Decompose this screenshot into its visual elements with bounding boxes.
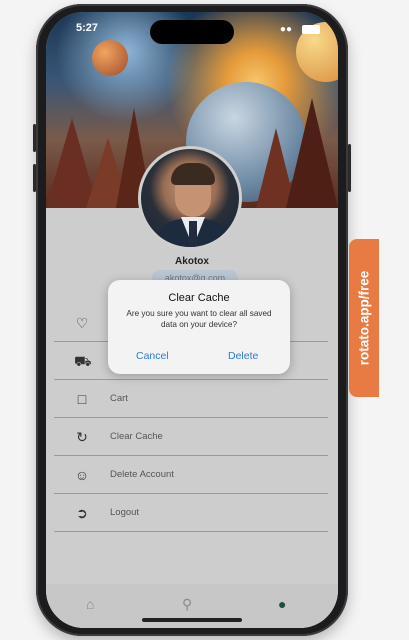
volume-down-button (33, 164, 36, 192)
menu-item-clear-cache[interactable]: ↻ Clear Cache (54, 418, 328, 456)
phone-frame: 5:27 ●● ♡ ⛟ □ Cart ↻ Clear Cache ☺ Delet… (33, 4, 351, 636)
bag-icon: □ (77, 391, 87, 407)
bottom-nav: ⌂ ⚲ ● (46, 584, 338, 628)
menu-item-cart[interactable]: □ Cart (54, 380, 328, 418)
refresh-icon: ↻ (76, 429, 88, 445)
menu-item-label: Delete Account (110, 469, 174, 480)
user-remove-icon: ☺ (74, 467, 90, 483)
profile-name: Akotox (175, 256, 209, 267)
status-bar: 5:27 ●● (46, 18, 338, 44)
logout-icon: ➲ (76, 505, 88, 521)
menu-item-label: Clear Cache (110, 431, 163, 442)
heart-icon: ♡ (75, 315, 89, 331)
home-icon[interactable]: ⌂ (86, 596, 94, 612)
power-button (348, 144, 351, 192)
person-icon[interactable]: ● (278, 596, 286, 612)
small-planet (92, 40, 128, 76)
avatar-hair (171, 163, 215, 185)
mountain-5 (286, 98, 338, 208)
truck-icon: ⛟ (74, 353, 92, 369)
stage: 5:27 ●● ♡ ⛟ □ Cart ↻ Clear Cache ☺ Delet… (0, 0, 409, 640)
avatar[interactable] (138, 146, 242, 250)
clear-cache-dialog: Clear Cache Are you sure you want to cle… (108, 280, 290, 374)
battery-icon (302, 25, 320, 34)
delete-button[interactable]: Delete (228, 350, 258, 362)
dialog-title: Clear Cache (168, 292, 230, 304)
dynamic-island (150, 20, 234, 44)
search-icon[interactable]: ⚲ (182, 596, 192, 613)
menu-item-logout[interactable]: ➲ Logout (54, 494, 328, 532)
watermark-text: rotato.app/free (356, 270, 372, 366)
home-indicator (142, 618, 242, 622)
menu-item-delete-account[interactable]: ☺ Delete Account (54, 456, 328, 494)
dialog-message: Are you sure you want to clear all saved… (126, 309, 272, 329)
wifi-icon: ●● (279, 24, 292, 35)
menu-item-label: Cart (110, 393, 128, 404)
status-time: 5:27 (76, 22, 99, 34)
cancel-button[interactable]: Cancel (136, 350, 169, 362)
avatar-tie (189, 221, 197, 247)
menu-item-label: Logout (110, 507, 140, 518)
watermark-badge: rotato.app/free (349, 239, 379, 397)
screen: 5:27 ●● ♡ ⛟ □ Cart ↻ Clear Cache ☺ Delet… (46, 12, 338, 628)
volume-up-button (33, 124, 36, 152)
dialog-actions: Cancel Delete (108, 350, 290, 366)
